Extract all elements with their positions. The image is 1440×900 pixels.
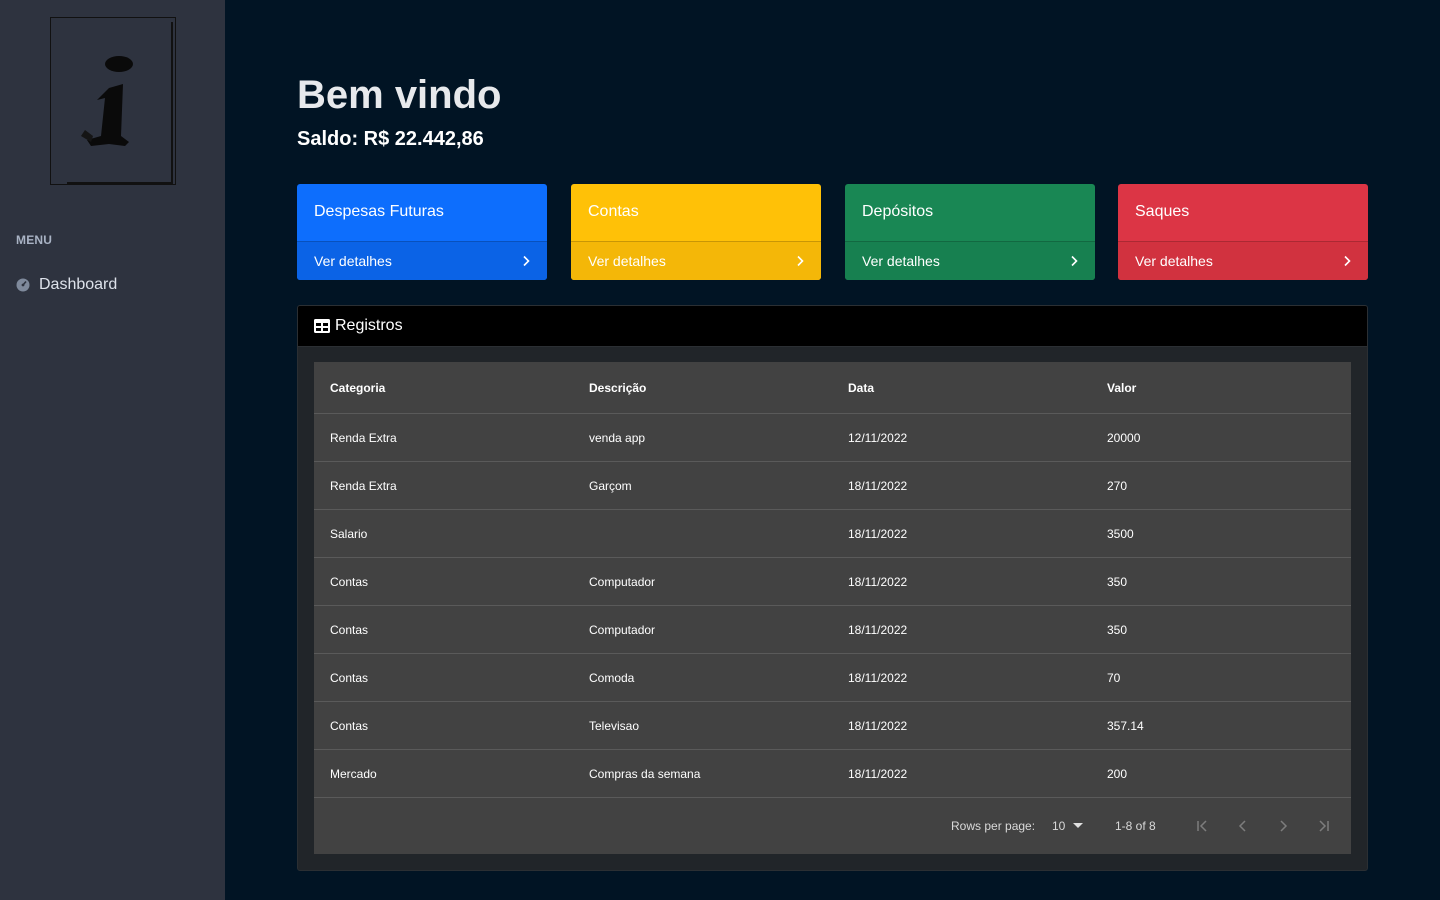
table-cell: 18/11/2022 [848,766,908,781]
card-title: Contas [588,203,639,220]
column-header[interactable]: Valor [1107,381,1136,395]
table-cell: Computador [589,574,656,589]
table-cell: Contas [330,622,369,637]
chevron-left-icon [1236,819,1250,833]
chevron-right-icon [795,255,805,267]
table-cell: 350 [1107,622,1128,637]
table-cell: venda app [589,430,646,445]
card-link-label: Ver detalhes [1135,253,1213,269]
table-header: Categoria Descrição Data Valor [314,362,1351,414]
table-row[interactable]: Contas Comoda 18/11/2022 70 [314,654,1351,702]
next-page-button[interactable] [1271,814,1295,838]
menu-heading: MENU [16,233,53,247]
table-cell: 70 [1107,670,1121,685]
table-row[interactable]: Renda Extra Garçom 18/11/2022 270 [314,462,1351,510]
last-page-icon [1316,819,1330,833]
table-cell: 200 [1107,766,1128,781]
table-cell: 12/11/2022 [848,430,908,445]
card-depositos: Depósitos Ver detalhes [845,184,1095,280]
card-details-link[interactable]: Ver detalhes [571,241,821,280]
table-cell: 18/11/2022 [848,526,908,541]
first-page-icon [1196,819,1210,833]
sidebar: MENU Dashboard [0,0,225,900]
pagination-range: 1-8 of 8 [1115,819,1156,833]
rows-per-page-value: 10 [1052,819,1066,833]
table-cell: 18/11/2022 [848,622,908,637]
card-link-label: Ver detalhes [314,253,392,269]
table-row[interactable]: Contas Televisao 18/11/2022 357.14 [314,702,1351,750]
chevron-right-icon [1276,819,1290,833]
previous-page-button[interactable] [1231,814,1255,838]
table-cell: 20000 [1107,430,1141,445]
card-title: Saques [1135,203,1190,220]
card-link-label: Ver detalhes [862,253,940,269]
sidebar-item-label: Dashboard [39,276,118,293]
card-details-link[interactable]: Ver detalhes [845,241,1095,280]
column-header[interactable]: Data [848,381,874,395]
column-header[interactable]: Categoria [330,381,385,395]
table-icon [314,319,330,333]
card-details-link[interactable]: Ver detalhes [297,241,547,280]
table-row[interactable]: Contas Computador 18/11/2022 350 [314,558,1351,606]
column-header[interactable]: Descrição [589,381,646,395]
records-table: Categoria Descrição Data Valor Renda Ext… [314,362,1351,854]
table-cell: 357.14 [1107,718,1144,733]
table-cell: Renda Extra [330,430,397,445]
panel-title: Registros [335,317,403,334]
logo [50,17,176,185]
table-cell: 18/11/2022 [848,574,908,589]
card-title: Despesas Futuras [314,203,444,220]
table-row[interactable]: Renda Extra venda app 12/11/2022 20000 [314,414,1351,462]
first-page-button[interactable] [1191,814,1215,838]
table-cell: 350 [1107,574,1128,589]
card-title: Depósitos [862,203,934,220]
registros-panel: Registros Categoria Descrição Data Valor… [297,305,1368,871]
table-cell: Mercado [330,766,377,781]
chevron-right-icon [1342,255,1352,267]
pagination: Rows per page: 10 1-8 of 8 [314,798,1351,854]
table-cell: Comoda [589,670,635,685]
table-cell: Computador [589,622,656,637]
dashboard-icon [16,278,30,292]
table-row[interactable]: Contas Computador 18/11/2022 350 [314,606,1351,654]
table-cell: Contas [330,670,369,685]
table-cell: 270 [1107,478,1128,493]
table-cell: Contas [330,574,369,589]
card-details-link[interactable]: Ver detalhes [1118,241,1368,280]
table-cell: 18/11/2022 [848,670,908,685]
table-cell: Renda Extra [330,478,397,493]
rows-per-page-select[interactable]: 10 [1052,819,1091,833]
balance-text: Saldo: R$ 22.442,86 [297,128,484,150]
sidebar-item-dashboard[interactable]: Dashboard [16,274,117,296]
table-cell: Compras da semana [589,766,701,781]
card-contas: Contas Ver detalhes [571,184,821,280]
card-link-label: Ver detalhes [588,253,666,269]
table-cell: Contas [330,718,369,733]
chevron-right-icon [521,255,531,267]
table-cell: Televisao [589,718,640,733]
table-cell: 18/11/2022 [848,718,908,733]
panel-header: Registros [298,306,1367,347]
table-cell: 3500 [1107,526,1134,541]
page-title: Bem vindo [297,73,502,117]
table-cell: Salario [330,526,368,541]
card-saques: Saques Ver detalhes [1118,184,1368,280]
caret-down-icon [1073,823,1084,829]
table-row[interactable]: Salario 18/11/2022 3500 [314,510,1351,558]
table-body: Renda Extra venda app 12/11/2022 20000 Renda… [314,414,1351,798]
table-cell: 18/11/2022 [848,478,908,493]
rows-per-page-label: Rows per page: [951,819,1036,833]
table-cell: Garçom [589,478,632,493]
card-despesas-futuras: Despesas Futuras Ver detalhes [297,184,547,280]
last-page-button[interactable] [1311,814,1335,838]
chevron-right-icon [1069,255,1079,267]
table-row[interactable]: Mercado Compras da semana 18/11/2022 200 [314,750,1351,798]
